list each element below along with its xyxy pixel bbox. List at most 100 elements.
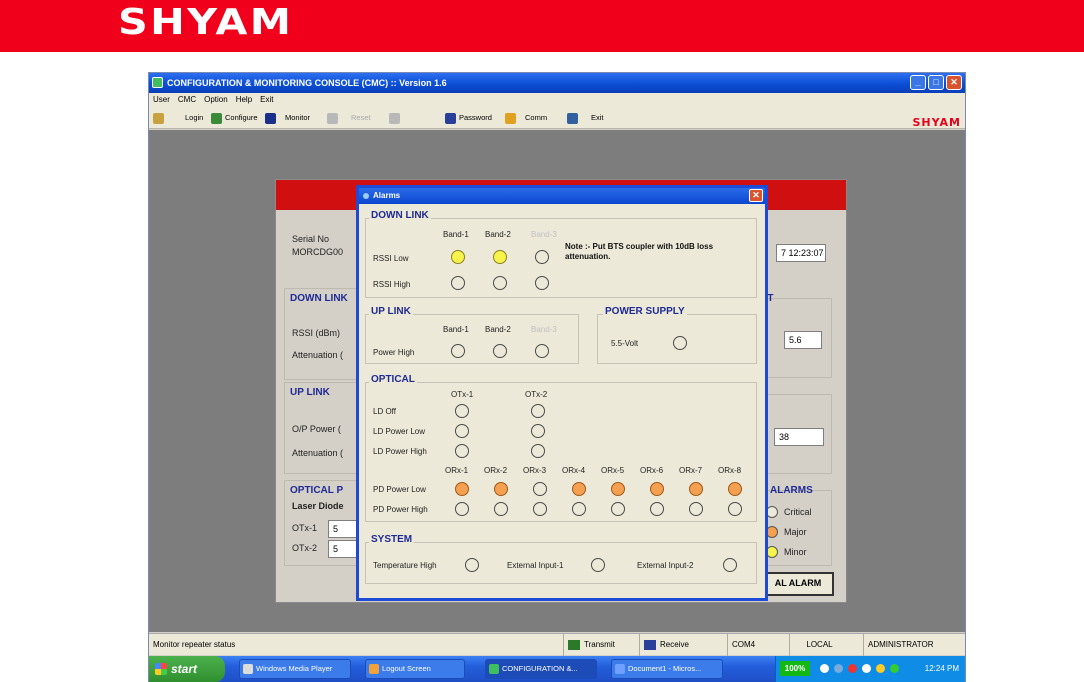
- task-logout-label: Logout Screen: [382, 664, 431, 673]
- window-title: CONFIGURATION & MONITORING CONSOLE (CMC)…: [167, 78, 447, 88]
- optical-power-title: OPTICAL P: [290, 485, 344, 496]
- temperature-high-led: [465, 558, 479, 572]
- exit-icon: [567, 112, 578, 124]
- pd-high-orx6-led: [650, 502, 664, 516]
- ld-power-high-otx2-led: [531, 444, 545, 458]
- alarms-dialog: Alarms ✕ DOWN LINK Band-1 Band-2 Band-3 …: [356, 185, 768, 601]
- brand-logo: SHYAM: [118, 2, 294, 43]
- receive-label: Receive: [660, 640, 689, 649]
- orx-3-label: ORx-3: [523, 466, 547, 475]
- downlink-note: Note :- Put BTS coupler with 10dB loss a…: [565, 242, 714, 261]
- task-logout-screen[interactable]: Logout Screen: [365, 659, 465, 679]
- user-status: ADMINISTRATOR: [863, 634, 965, 656]
- media-player-icon: [243, 664, 253, 674]
- volt-led: [673, 336, 687, 350]
- exit-label: Exit: [591, 113, 604, 122]
- menu-bar: User CMC Option Help Exit: [149, 93, 965, 107]
- tray-icon-1[interactable]: [820, 664, 829, 673]
- task-media-player[interactable]: Windows Media Player: [239, 659, 351, 679]
- login-label: Login: [185, 113, 204, 122]
- pd-power-low-label: PD Power Low: [373, 485, 426, 494]
- ld-off-otx2-led: [531, 404, 545, 418]
- uplink-fieldset-title: UP LINK: [369, 306, 413, 317]
- optical-title: OPTICAL: [369, 374, 417, 385]
- pd-high-orx1-led: [455, 502, 469, 516]
- window-titlebar[interactable]: CONFIGURATION & MONITORING CONSOLE (CMC)…: [149, 73, 965, 93]
- rssi-high-label: RSSI High: [373, 280, 411, 289]
- orx-5-label: ORx-5: [601, 466, 625, 475]
- dl-band-1: Band-1: [443, 230, 469, 239]
- major-label: Major: [784, 527, 807, 537]
- toolbar: Login Configure Monitor Reset Password C…: [149, 107, 965, 129]
- menu-option[interactable]: Option: [204, 93, 228, 107]
- serial-label: Serial No: [292, 234, 330, 244]
- task-word-label: Document1 - Micros...: [628, 664, 702, 673]
- configure-icon: [211, 112, 222, 124]
- alarms-titlebar[interactable]: Alarms ✕: [359, 188, 765, 204]
- orx-1-label: ORx-1: [445, 466, 469, 475]
- rssi-low-band3-led: [535, 250, 549, 264]
- pd-high-orx8-led: [728, 502, 742, 516]
- alarms-title: Alarms: [373, 191, 401, 200]
- pd-low-orx8-led: [728, 482, 742, 496]
- uplink-value-field[interactable]: 38: [774, 428, 824, 446]
- downlink-value-field[interactable]: 5.6: [784, 331, 822, 349]
- mode-status: LOCAL: [789, 634, 849, 656]
- tray-icon-5[interactable]: [876, 664, 885, 673]
- menu-help[interactable]: Help: [236, 93, 252, 107]
- alarms-close-button[interactable]: ✕: [749, 189, 763, 202]
- status-message: Monitor repeater status: [153, 640, 236, 649]
- task-word-document[interactable]: Document1 - Micros...: [611, 659, 723, 679]
- temperature-high-label: Temperature High: [373, 561, 437, 570]
- start-button[interactable]: start: [149, 656, 225, 682]
- all-alarm-button[interactable]: AL ALARM: [762, 572, 834, 596]
- minor-label: Minor: [784, 547, 807, 557]
- menu-user[interactable]: User: [153, 93, 170, 107]
- transmit-indicator: Transmit: [563, 634, 639, 656]
- menu-cmc[interactable]: CMC: [178, 93, 196, 107]
- taskbar-clock[interactable]: 12:24 PM: [925, 656, 959, 682]
- orx-6-label: ORx-6: [640, 466, 664, 475]
- tray-icon-6[interactable]: [890, 664, 899, 673]
- port-status: COM4: [727, 634, 777, 656]
- login-button[interactable]: Login: [185, 107, 203, 129]
- downlink-fieldset-title: DOWN LINK: [369, 210, 431, 221]
- otx1-field[interactable]: 5: [328, 520, 358, 538]
- disabled-tool[interactable]: [389, 107, 400, 129]
- monitor-label: Monitor: [285, 113, 311, 122]
- tray-icon-2[interactable]: [834, 664, 843, 673]
- power-supply-title: POWER SUPPLY: [603, 306, 687, 317]
- tray-icon-3[interactable]: [848, 664, 857, 673]
- monitor-button[interactable]: Monitor: [265, 107, 310, 129]
- power-high-band2-led: [493, 344, 507, 358]
- ld-power-low-otx2-led: [531, 424, 545, 438]
- key-tool[interactable]: [153, 107, 164, 129]
- ld-off-otx1-led: [455, 404, 469, 418]
- minimize-button[interactable]: _: [910, 75, 926, 90]
- receive-indicator: Receive: [639, 634, 719, 656]
- disabled-tool-icon: [389, 112, 400, 124]
- orx-2-label: ORx-2: [484, 466, 508, 475]
- dl-band-3: Band-3: [531, 230, 557, 239]
- brand-banner: SHYAM: [0, 0, 1084, 52]
- otx2-field[interactable]: 5: [328, 540, 358, 558]
- reset-button[interactable]: Reset: [327, 107, 371, 129]
- password-button[interactable]: Password: [445, 107, 492, 129]
- zoom-indicator[interactable]: 100%: [780, 661, 810, 676]
- ul-band-2: Band-2: [485, 325, 511, 334]
- tray-icon-4[interactable]: [862, 664, 871, 673]
- task-cmc[interactable]: CONFIGURATION &...: [485, 659, 597, 679]
- status-bar: Monitor repeater status Transmit Receive…: [149, 633, 965, 656]
- rssi-low-label: RSSI Low: [373, 254, 409, 263]
- maximize-button[interactable]: □: [928, 75, 944, 90]
- menu-exit[interactable]: Exit: [260, 93, 273, 107]
- pd-low-orx1-led: [455, 482, 469, 496]
- cmc-icon: [489, 664, 499, 674]
- configure-button[interactable]: Configure: [211, 107, 258, 129]
- close-button[interactable]: ✕: [946, 75, 962, 90]
- exit-button[interactable]: Exit: [567, 107, 604, 129]
- alarms-dialog-icon: [363, 193, 369, 199]
- pd-low-orx4-led: [572, 482, 586, 496]
- comm-button[interactable]: Comm: [505, 107, 547, 129]
- logout-icon: [369, 664, 379, 674]
